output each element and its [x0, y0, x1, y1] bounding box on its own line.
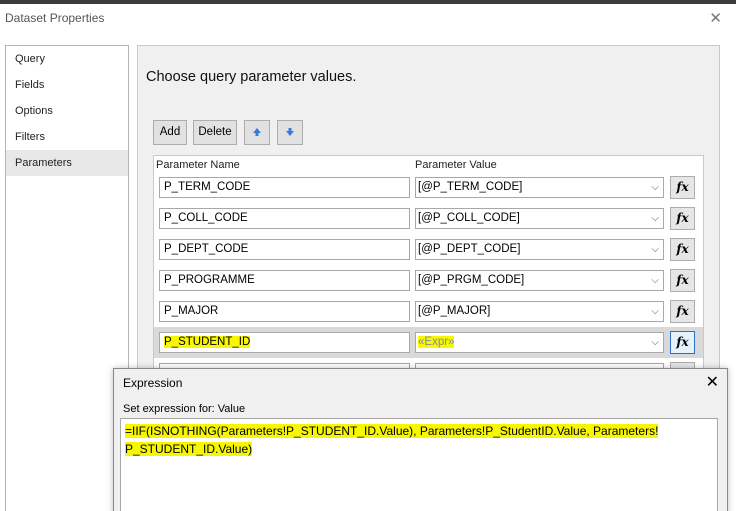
parameter-value-text: [@P_DEPT_CODE] — [418, 243, 521, 255]
parameter-value-select[interactable]: [@P_MAJOR] ⌵ — [415, 301, 664, 322]
expression-dialog: Expression ✕ Set expression for: Value =… — [113, 368, 728, 511]
arrow-down-icon — [286, 128, 294, 136]
table-row[interactable]: P_PROGRAMME [@P_PRGM_CODE] ⌵ fx — [154, 265, 703, 296]
table-row[interactable]: P_TERM_CODE [@P_TERM_CODE] ⌵ fx — [154, 172, 703, 203]
sidebar-item-query[interactable]: Query — [6, 46, 128, 72]
sidebar-item-filters[interactable]: Filters — [6, 124, 128, 150]
sidebar-item-parameters[interactable]: Parameters — [6, 150, 128, 176]
title-bar: Dataset Properties ✕ — [0, 4, 736, 32]
parameter-value-select[interactable]: [@P_DEPT_CODE] ⌵ — [415, 239, 664, 260]
delete-button[interactable]: Delete — [193, 120, 237, 145]
move-down-button[interactable] — [277, 120, 303, 145]
parameters-grid: Parameter Name Parameter Value P_TERM_CO… — [153, 155, 704, 395]
expression-button[interactable]: fx — [670, 331, 695, 354]
close-icon[interactable]: ✕ — [709, 9, 722, 27]
expression-button[interactable]: fx — [670, 238, 695, 261]
arrow-up-icon — [253, 128, 261, 136]
parameter-name-field[interactable]: P_PROGRAMME — [159, 270, 410, 291]
table-row[interactable]: P_COLL_CODE [@P_COLL_CODE] ⌵ fx — [154, 203, 703, 234]
sidebar-item-options[interactable]: Options — [6, 98, 128, 124]
parameter-name-field[interactable]: P_DEPT_CODE — [159, 239, 410, 260]
chevron-down-icon[interactable]: ⌵ — [651, 178, 659, 197]
parameter-name-field[interactable]: P_MAJOR — [159, 301, 410, 322]
chevron-down-icon[interactable]: ⌵ — [651, 271, 659, 290]
chevron-down-icon[interactable]: ⌵ — [651, 333, 659, 352]
table-row[interactable]: P_DEPT_CODE [@P_DEPT_CODE] ⌵ fx — [154, 234, 703, 265]
parameter-name-field[interactable]: P_STUDENT_ID — [159, 332, 410, 353]
parameter-value-select[interactable]: [@P_COLL_CODE] ⌵ — [415, 208, 664, 229]
parameter-value-text: [@P_MAJOR] — [418, 305, 491, 317]
add-button[interactable]: Add — [153, 120, 187, 145]
expression-line-2: P_STUDENT_ID.Value) — [125, 442, 253, 456]
parameter-value-select[interactable]: [@P_PRGM_CODE] ⌵ — [415, 270, 664, 291]
parameter-name-field[interactable]: P_TERM_CODE — [159, 177, 410, 198]
expression-button[interactable]: fx — [670, 269, 695, 292]
parameter-value-select[interactable]: «Expr» ⌵ — [415, 332, 664, 353]
expression-label: Set expression for: Value — [123, 403, 246, 415]
parameter-value-text: [@P_COLL_CODE] — [418, 212, 520, 224]
expression-line-1: =IIF(ISNOTHING(Parameters!P_STUDENT_ID.V… — [125, 424, 659, 438]
page-title: Choose query parameter values. — [146, 69, 357, 85]
parameter-name-field[interactable]: P_COLL_CODE — [159, 208, 410, 229]
table-row[interactable]: P_MAJOR [@P_MAJOR] ⌵ fx — [154, 296, 703, 327]
dialog-title: Expression — [123, 376, 183, 390]
chevron-down-icon[interactable]: ⌵ — [651, 240, 659, 259]
highlighted-name: P_STUDENT_ID — [164, 336, 251, 348]
table-row[interactable]: P_STUDENT_ID «Expr» ⌵ fx — [154, 327, 703, 358]
move-up-button[interactable] — [244, 120, 270, 145]
parameter-value-text: [@P_PRGM_CODE] — [418, 274, 525, 286]
window-title: Dataset Properties — [5, 11, 105, 25]
chevron-down-icon[interactable]: ⌵ — [651, 302, 659, 321]
chevron-down-icon[interactable]: ⌵ — [651, 209, 659, 228]
close-icon[interactable]: ✕ — [706, 372, 719, 391]
sidebar-item-fields[interactable]: Fields — [6, 72, 128, 98]
expression-button[interactable]: fx — [670, 207, 695, 230]
expression-editor[interactable]: =IIF(ISNOTHING(Parameters!P_STUDENT_ID.V… — [120, 418, 718, 511]
parameter-value-text: [@P_TERM_CODE] — [418, 181, 523, 193]
parameter-value-select[interactable]: [@P_TERM_CODE] ⌵ — [415, 177, 664, 198]
expression-button[interactable]: fx — [670, 176, 695, 199]
column-header-value: Parameter Value — [415, 159, 497, 171]
expression-button[interactable]: fx — [670, 300, 695, 323]
sidebar-nav: Query Fields Options Filters Parameters — [5, 45, 129, 511]
column-header-name: Parameter Name — [156, 159, 240, 171]
parameter-value-text: «Expr» — [418, 336, 455, 348]
